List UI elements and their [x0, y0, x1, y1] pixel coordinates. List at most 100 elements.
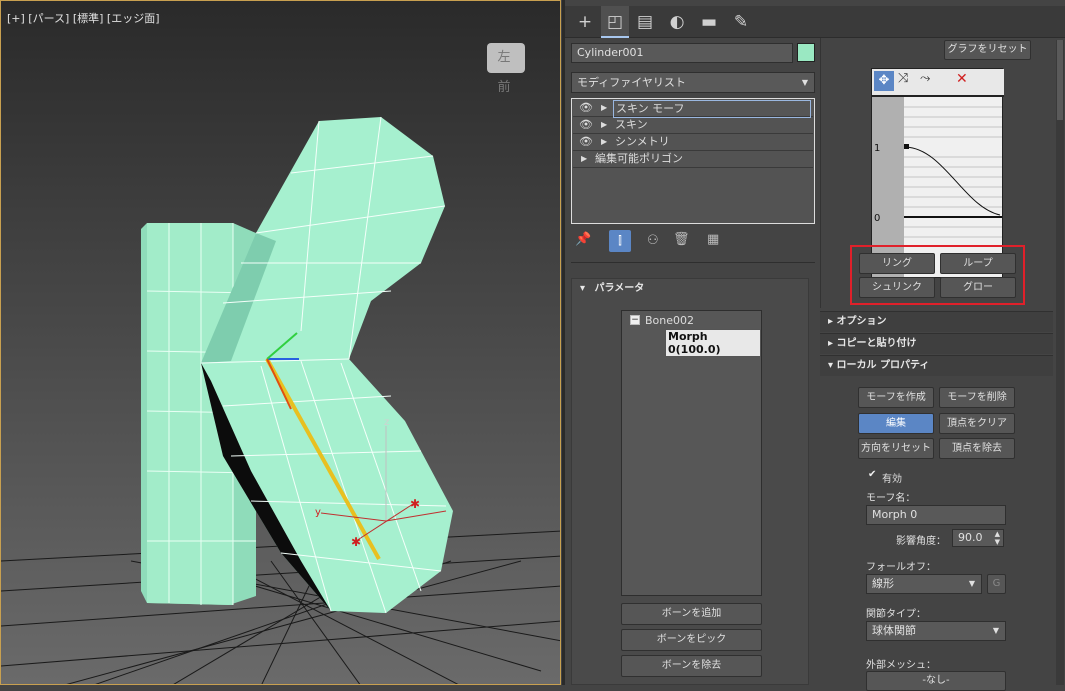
falloff-value: 線形 [872, 577, 894, 590]
configure-sets-icon[interactable]: ▦ [707, 232, 719, 247]
tree-morph-item[interactable]: Morph 0(100.0) [665, 329, 761, 357]
panel-scrollbar[interactable] [1056, 40, 1064, 685]
svg-text:✱: ✱ [410, 497, 420, 511]
display-tab[interactable]: ▬ [695, 6, 723, 38]
object-color-swatch[interactable] [797, 43, 815, 62]
make-unique-icon[interactable]: ⚇ [647, 233, 659, 248]
reset-orientation-button[interactable]: 方向をリセット [858, 438, 934, 459]
collapse-arrow-icon: ▾ [580, 283, 586, 294]
stack-item-label: スキン [615, 118, 648, 131]
add-bone-button[interactable]: ボーンを追加 [621, 603, 762, 625]
chevron-down-icon: ▼ [992, 626, 999, 635]
clear-verts-button[interactable]: 頂点をクリア [939, 413, 1015, 434]
scrollbar-thumb[interactable] [1057, 40, 1063, 120]
view-cube[interactable]: 左 前 [487, 43, 525, 95]
modify-icon: ◰ [606, 12, 624, 32]
spinner-arrows-icon[interactable]: ▲ ▼ [995, 530, 1000, 546]
falloff-dropdown[interactable]: 線形 ▼ [866, 574, 982, 594]
options-rollout-header[interactable]: ▸ オプション [820, 311, 1053, 332]
reset-graph-button[interactable]: グラフをリセット [944, 40, 1031, 60]
add-point-icon[interactable]: ⤳ [920, 71, 930, 86]
local-properties-rollout: モーフを作成 モーフを削除 編集 頂点をクリア 方向をリセット 頂点を除去 ✔ … [820, 377, 1053, 691]
edit-button[interactable]: 編集 [858, 413, 934, 434]
grow-button[interactable]: グロー [940, 277, 1016, 298]
eye-icon[interactable]: 👁 [579, 100, 593, 116]
hierarchy-tab[interactable]: ▤ [631, 6, 659, 38]
graph-y-label-0: 0 [874, 213, 881, 224]
collapse-toggle-icon[interactable]: − [630, 315, 640, 325]
stack-item-label: シンメトリ [615, 135, 670, 148]
eye-icon[interactable]: 👁 [579, 117, 593, 133]
motion-tab[interactable]: ◐ [663, 6, 691, 38]
expand-arrow-icon: ▸ [828, 338, 834, 349]
pin-stack-icon[interactable]: 📌 [575, 232, 591, 247]
expand-arrow-icon[interactable]: ▶ [601, 100, 607, 116]
influence-angle-value: 90.0 [958, 531, 983, 544]
create-morph-button[interactable]: モーフを作成 [858, 387, 934, 408]
pick-bone-button[interactable]: ボーンをピック [621, 629, 762, 651]
modifier-stack[interactable]: 👁 ▶ スキン モーフ 👁 ▶ スキン 👁 ▶ シンメトリ ▶ 編集可能ポリゴン [571, 98, 815, 224]
delete-point-icon[interactable]: ✕ [956, 71, 968, 87]
expand-arrow-icon: ▸ [828, 316, 834, 327]
command-panel: + ◰ ▤ ◐ ▬ ✎ Cylinder001 モディファイヤリスト ▼ 👁 ▶… [562, 0, 1065, 691]
chevron-down-icon: ▼ [968, 579, 975, 588]
viewport-label[interactable]: [+] [パース] [標準] [エッジ面] [7, 10, 160, 26]
motion-icon: ◐ [669, 12, 685, 32]
divider [571, 262, 815, 263]
trash-icon[interactable]: 🗑 [673, 232, 690, 247]
graph-y-label-1: 1 [874, 143, 881, 154]
delete-morph-button[interactable]: モーフを削除 [939, 387, 1015, 408]
joint-type-dropdown[interactable]: 球体関節 ▼ [866, 621, 1006, 641]
scene-render[interactable]: ✱ ✱ z y [1, 1, 561, 685]
eye-icon[interactable]: 👁 [579, 134, 593, 150]
svg-text:✱: ✱ [351, 535, 361, 549]
local-properties-rollout-header[interactable]: ▾ ローカル プロパティ [820, 355, 1053, 376]
stack-item-skin[interactable]: 👁 ▶ スキン [573, 117, 813, 134]
hierarchy-icon: ▤ [636, 12, 654, 32]
show-end-result-icon[interactable]: ⫿ [609, 230, 631, 252]
create-tab[interactable]: + [571, 6, 599, 38]
ground-grid [1, 530, 560, 684]
viewport[interactable]: ✱ ✱ z y [+] [パース] [標準] [エッジ面] 左 前 [0, 0, 561, 685]
graph-toolbar: ✥ ⤨ ⤳ ✕ [872, 69, 1004, 97]
influence-angle-spinner[interactable]: 90.0 ▲ ▼ [952, 529, 1004, 547]
shrink-button[interactable]: シュリンク [859, 277, 935, 298]
remove-verts-button[interactable]: 頂点を除去 [939, 438, 1015, 459]
remove-bone-button[interactable]: ボーンを除去 [621, 655, 762, 677]
enabled-checkbox[interactable]: ✔ [868, 470, 878, 480]
loop-button[interactable]: ループ [940, 253, 1016, 274]
tree-root-bone[interactable]: Bone002 [645, 314, 694, 327]
stack-item-editable-poly[interactable]: ▶ 編集可能ポリゴン [573, 151, 813, 168]
copy-paste-rollout-header[interactable]: ▸ コピーと貼り付け [820, 333, 1053, 354]
move-icon[interactable]: ✥ [874, 71, 894, 91]
external-mesh-button[interactable]: -なし- [866, 671, 1006, 691]
graph-rollout: グラフをリセット ✥ ⤨ ⤳ ✕ 1 0 リング ループ シュリンク グロー [820, 38, 1055, 308]
g-button[interactable]: G [987, 574, 1006, 594]
morph-name-field[interactable]: Morph 0 [866, 505, 1006, 525]
scale-point-icon[interactable]: ⤨ [898, 71, 908, 86]
object-name-field[interactable]: Cylinder001 [571, 43, 793, 63]
utilities-tab[interactable]: ✎ [727, 6, 755, 38]
y-axis-label: y [315, 507, 321, 518]
chevron-down-icon: ▼ [801, 78, 808, 87]
expand-arrow-icon[interactable]: ▶ [581, 151, 587, 167]
parameters-header[interactable]: ▾ パラメータ [572, 279, 808, 299]
plus-icon: + [577, 12, 593, 32]
expand-arrow-icon[interactable]: ▶ [601, 117, 607, 133]
modifier-list-label: モディファイヤリスト [577, 76, 686, 89]
stack-item-label: 編集可能ポリゴン [595, 152, 683, 165]
expand-arrow-icon[interactable]: ▶ [601, 134, 607, 150]
z-axis-label: z [384, 417, 389, 428]
stack-item-label: スキン モーフ [613, 100, 811, 118]
ring-button[interactable]: リング [859, 253, 935, 274]
utilities-icon: ✎ [733, 12, 749, 32]
display-icon: ▬ [700, 12, 718, 32]
command-panel-tabs: + ◰ ▤ ◐ ▬ ✎ [565, 6, 1065, 38]
stack-item-symmetry[interactable]: 👁 ▶ シンメトリ [573, 134, 813, 151]
bone-tree[interactable]: − Bone002 Morph 0(100.0) [621, 310, 762, 596]
stack-item-skin-morph[interactable]: 👁 ▶ スキン モーフ [573, 100, 813, 118]
falloff-label: フォールオフ： [866, 562, 936, 573]
modifier-list-dropdown[interactable]: モディファイヤリスト ▼ [571, 72, 815, 93]
joint-type-label: 関節タイプ： [866, 609, 926, 620]
modify-tab[interactable]: ◰ [601, 6, 629, 38]
